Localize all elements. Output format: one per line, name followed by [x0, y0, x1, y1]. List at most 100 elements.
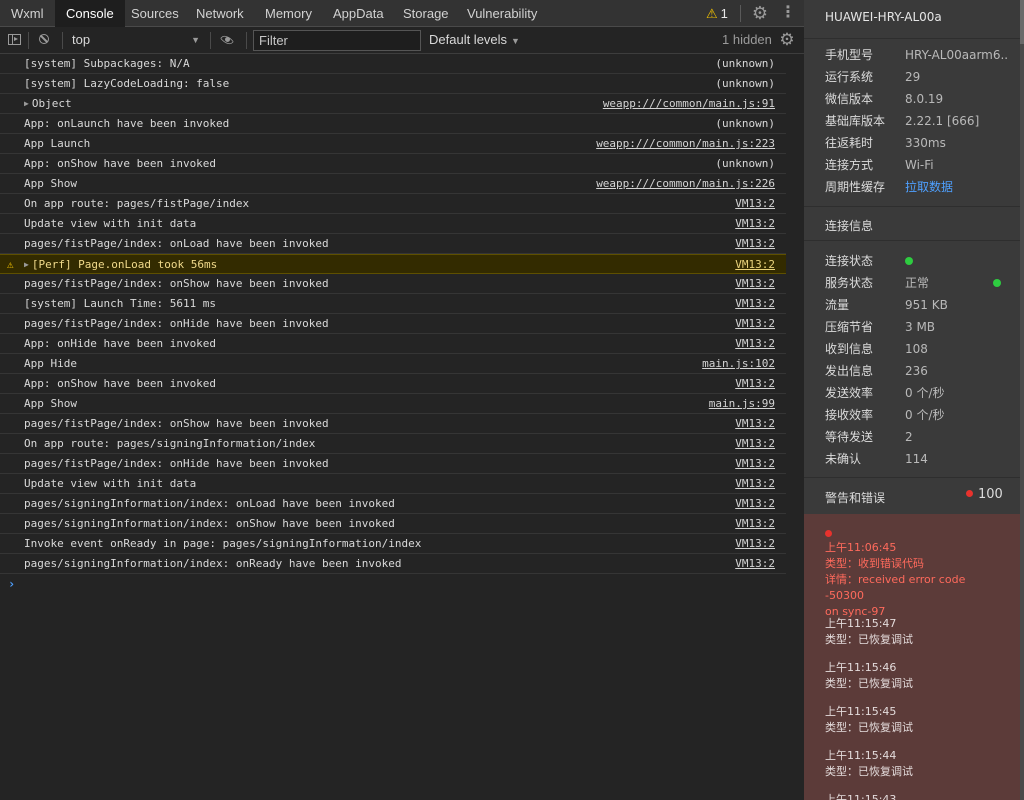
info-row: 收到信息 108 — [825, 338, 1015, 360]
panel-divider — [804, 240, 1020, 241]
event-time: 上午11:15:45 — [825, 705, 897, 718]
info-value: 2 — [905, 430, 913, 444]
source-link[interactable]: VM13:2 — [735, 414, 775, 434]
source-link[interactable]: VM13:2 — [735, 294, 775, 314]
info-event: 上午11:15:43 — [825, 792, 1005, 800]
info-row: 微信版本 8.0.19 — [825, 88, 1015, 110]
devtools-settings-gear-icon[interactable]: ⚙ — [749, 2, 771, 24]
info-row: 连接状态 — [825, 250, 1015, 272]
console-message-text: App: onShow have been invoked — [24, 157, 217, 170]
console-message-text: [system] Launch Time: 5611 ms — [24, 297, 217, 310]
console-message: pages/fistPage/index: onShow have been i… — [24, 414, 329, 434]
connected-status-dot-icon — [905, 257, 913, 265]
console-row: Update view with init data VM13:2 — [0, 474, 804, 494]
log-levels-select[interactable]: Default levels ▼ — [429, 30, 520, 50]
console-message: App: onHide have been invoked — [24, 334, 216, 354]
console-message-text: pages/fistPage/index: onShow have been i… — [24, 277, 329, 290]
source-label: (unknown) — [715, 117, 775, 130]
toolbar-divider — [28, 32, 29, 49]
tab-appdata[interactable]: AppData — [322, 0, 395, 27]
source-link[interactable]: VM13:2 — [735, 434, 775, 454]
console-message-text: App: onLaunch have been invoked — [24, 117, 230, 130]
info-value: 3 MB — [905, 320, 936, 334]
more-options-icon[interactable]: ⋮ — [779, 2, 797, 24]
source-link[interactable]: VM13:2 — [735, 334, 775, 354]
clear-console-icon[interactable] — [36, 31, 54, 49]
info-label: 周期性缓存 — [825, 180, 886, 194]
console-message: pages/signingInformation/index: onLoad h… — [24, 494, 395, 514]
source-link[interactable]: VM13:2 — [735, 474, 775, 494]
source-link[interactable]: VM13:2 — [735, 194, 775, 214]
source-link[interactable]: VM13:2 — [735, 514, 775, 534]
source-link[interactable]: VM13:2 — [735, 314, 775, 334]
source-link[interactable]: weapp:///common/main.js:91 — [603, 94, 775, 114]
info-row: 发送效率 0 个/秒 — [825, 382, 1015, 404]
expand-triangle-icon[interactable]: ▶ — [24, 260, 29, 269]
source-link[interactable]: VM13:2 — [735, 234, 775, 254]
console-message[interactable]: ▶ [Perf] Page.onLoad took 56ms — [24, 255, 217, 276]
pull-data-link[interactable]: 拉取数据 — [905, 176, 1009, 198]
tab-console[interactable]: Console — [55, 0, 125, 27]
console-message: pages/signingInformation/index: onReady … — [24, 554, 402, 574]
event-time: 上午11:06:45 — [825, 541, 897, 554]
source-link[interactable]: VM13:2 — [735, 554, 775, 574]
info-value: 236 — [905, 364, 928, 378]
live-expression-eye-icon[interactable] — [219, 32, 237, 50]
info-label: 接收效率 — [825, 408, 874, 422]
tab-storage[interactable]: Storage — [392, 0, 460, 27]
info-value: 0 个/秒 — [905, 408, 945, 422]
tab-network[interactable]: Network — [185, 0, 255, 27]
console-settings-gear-icon[interactable]: ⚙ — [777, 30, 797, 50]
expand-triangle-icon[interactable]: ▶ — [24, 99, 29, 108]
info-row: 服务状态 正常 — [825, 272, 1015, 294]
source-link[interactable]: main.js:102 — [702, 354, 775, 374]
source-link[interactable]: VM13:2 — [735, 494, 775, 514]
source-link[interactable]: VM13:2 — [735, 534, 775, 554]
info-label: 收到信息 — [825, 342, 874, 356]
chevron-down-icon: ▼ — [191, 35, 200, 45]
tab-wxml[interactable]: Wxml — [0, 0, 55, 27]
console-log[interactable]: [system] Subpackages: N/A (unknown) [syste… — [0, 54, 804, 800]
console-row: App: onShow have been invoked (unknown) — [0, 154, 804, 174]
event-detail: 类型：已恢复调试 — [825, 721, 913, 734]
info-row: 连接方式 Wi-Fi — [825, 154, 1015, 176]
info-label: 服务状态 — [825, 276, 874, 290]
source-link[interactable]: VM13:2 — [735, 274, 775, 294]
source-link[interactable]: VM13:2 — [735, 454, 775, 474]
connection-info-heading: 连接信息 — [825, 219, 874, 233]
tab-vulnerability[interactable]: Vulnerability — [456, 0, 548, 27]
source-link[interactable]: VM13:2 — [735, 214, 775, 234]
console-row: [system] Launch Time: 5611 ms VM13:2 — [0, 294, 804, 314]
console-message: On app route: pages/signingInformation/i… — [24, 434, 315, 454]
info-event: 上午11:15:46 类型：已恢复调试 — [825, 660, 1005, 692]
console-message: App: onShow have been invoked — [24, 154, 216, 174]
warnings-errors-heading: 警告和错误 — [825, 491, 886, 505]
console-scrollbar[interactable] — [786, 54, 804, 800]
event-time: 上午11:15:44 — [825, 749, 897, 762]
context-select[interactable]: top ▼ — [64, 30, 206, 50]
warning-count-badge[interactable]: ⚠ 1 — [706, 0, 728, 27]
info-value: 114 — [905, 452, 928, 466]
console-row: pages/fistPage/index: onShow have been i… — [0, 414, 804, 434]
panel-scrollbar[interactable] — [1020, 0, 1024, 800]
sidebar-toggle-icon[interactable] — [8, 34, 21, 45]
source-link[interactable]: VM13:2 — [735, 374, 775, 394]
info-row: 压缩节省 3 MB — [825, 316, 1015, 338]
source-link[interactable]: weapp:///common/main.js:226 — [596, 174, 775, 194]
info-label: 未确认 — [825, 452, 862, 466]
source-link[interactable]: main.js:99 — [709, 394, 775, 414]
filter-input[interactable] — [253, 30, 421, 51]
source-link[interactable]: weapp:///common/main.js:223 — [596, 134, 775, 154]
service-status-dot-icon — [993, 279, 1001, 287]
tab-memory[interactable]: Memory — [254, 0, 323, 27]
panel-divider — [804, 38, 1020, 39]
console-message[interactable]: ▶ Object — [24, 94, 72, 115]
tab-sources[interactable]: Sources — [120, 0, 190, 27]
console-prompt[interactable]: › — [0, 574, 804, 594]
devtools-pane: Wxml Console Sources Network Memory AppData St… — [0, 0, 804, 800]
event-time: 上午11:15:47 — [825, 617, 897, 630]
info-row: 未确认 114 — [825, 448, 1015, 470]
source-link[interactable]: VM13:2 — [735, 255, 775, 275]
warnings-errors-list[interactable]: 上午11:06:45 类型：收到错误代码 详情：received error cod… — [804, 514, 1020, 800]
console-message-text: App Hide — [24, 357, 77, 370]
